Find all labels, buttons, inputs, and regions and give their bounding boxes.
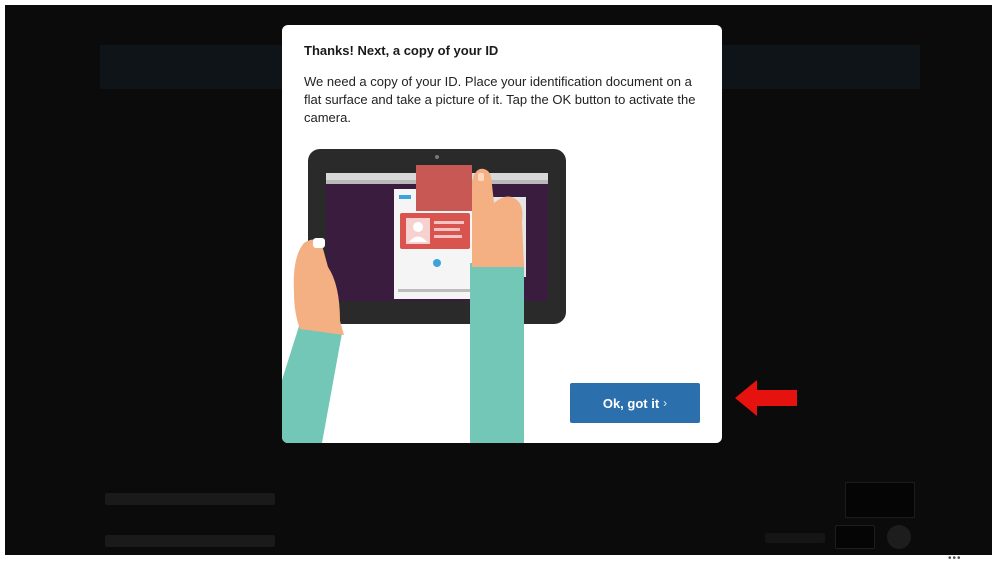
background-text-line bbox=[765, 533, 825, 543]
background-circle-icon bbox=[887, 525, 911, 549]
dialog-body-text: We need a copy of your ID. Place your id… bbox=[304, 74, 696, 125]
ok-button-label: Ok, got it bbox=[602, 395, 660, 411]
chevron-right-icon: › bbox=[663, 396, 668, 410]
background-text-line bbox=[105, 535, 275, 547]
background-small-button bbox=[835, 525, 875, 549]
id-copy-dialog: Thanks! Next, a copy of your ID We need … bbox=[282, 25, 722, 443]
ok-got-it-button[interactable]: Ok, got it › bbox=[570, 383, 700, 423]
background-text-line bbox=[105, 493, 275, 505]
corner-dots-icon: ••• bbox=[948, 553, 962, 563]
dialog-title: Thanks! Next, a copy of your ID bbox=[304, 43, 499, 58]
background-button bbox=[845, 482, 915, 518]
red-left-arrow-icon bbox=[735, 380, 797, 416]
